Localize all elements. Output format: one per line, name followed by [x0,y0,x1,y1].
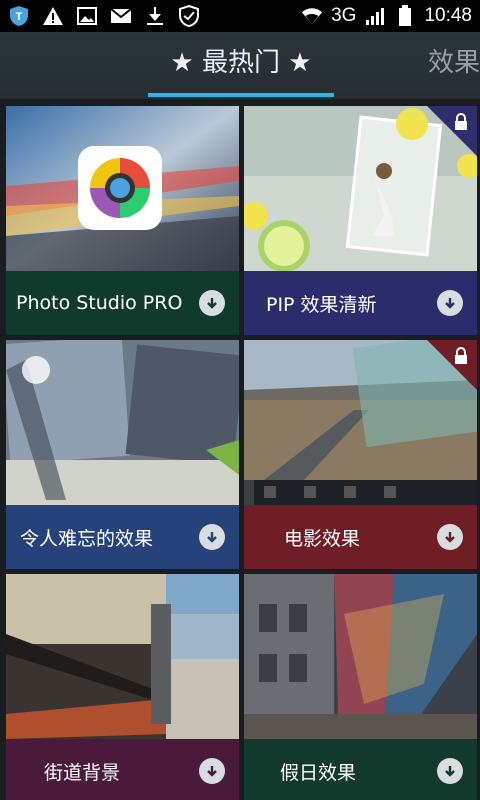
card-street-background[interactable]: 街道背景 [6,574,239,800]
wifi-icon [301,5,323,27]
download-icon[interactable] [437,290,463,316]
svg-text:T: T [16,11,23,23]
battery-icon [394,5,416,27]
tab-indicator [148,93,334,97]
network-type: 3G [331,5,357,26]
card-memorable-effect[interactable]: 令人难忘的效果 [6,340,239,569]
lock-icon [455,113,467,130]
card-thumbnail [244,340,477,505]
effects-grid: Photo Studio PRO PIP 效果清新 令人难忘的效果 电影效果 街… [0,99,480,800]
download-icon [144,5,166,27]
signal-icon [364,5,386,27]
tab-effects[interactable]: 效果 [428,48,480,78]
warning-icon [42,5,64,27]
card-bar: 令人难忘的效果 [6,505,239,569]
card-thumbnail [6,106,239,271]
card-bar: 电影效果 [244,505,477,569]
card-bar: 假日效果 [244,739,477,800]
image-icon [76,5,98,27]
download-icon[interactable] [437,524,463,550]
card-label: 令人难忘的效果 [20,527,154,550]
card-label: 街道背景 [44,761,121,784]
card-label: PIP 效果清新 [266,293,377,316]
status-bar: T 3G 10:48 [0,0,480,32]
card-thumbnail [244,106,477,271]
download-icon[interactable] [199,758,225,784]
lock-icon [455,347,467,364]
card-movie-effect[interactable]: 电影效果 [244,340,477,569]
download-icon[interactable] [199,524,225,550]
card-pip-effect[interactable]: PIP 效果清新 [244,106,477,335]
card-label: Photo Studio PRO [16,292,183,314]
card-thumbnail [244,574,477,739]
card-label: 假日效果 [280,761,357,784]
card-label: 电影效果 [284,527,361,550]
download-icon[interactable] [199,290,225,316]
card-thumbnail [6,340,239,505]
download-icon[interactable] [437,758,463,784]
card-thumbnail [6,574,239,739]
card-bar: 街道背景 [6,739,239,800]
shield-check-icon [178,5,200,27]
shield-t-icon: T [8,5,30,27]
clock: 10:48 [424,5,472,26]
card-bar: PIP 效果清新 [244,271,477,335]
card-bar: Photo Studio PRO [6,271,239,335]
mail-icon [110,5,132,27]
tab-most-popular[interactable]: ★ 最热门 ★ [148,48,334,78]
card-holiday-effect[interactable]: 假日效果 [244,574,477,800]
tab-header: ★ 最热门 ★ 效果 [0,32,480,99]
card-photo-studio-pro[interactable]: Photo Studio PRO [6,106,239,335]
